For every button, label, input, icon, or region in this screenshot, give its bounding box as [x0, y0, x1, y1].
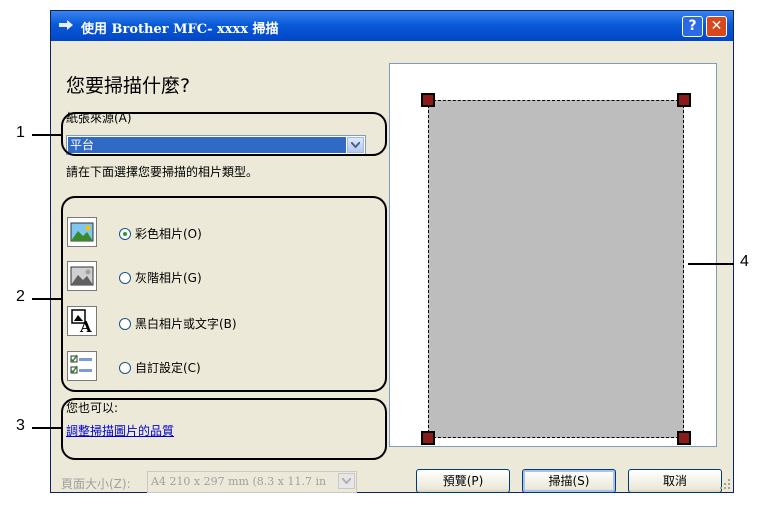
callout-leader-4	[688, 263, 734, 265]
window-title: 使用 Brother MFC- xxxx 掃描	[81, 22, 279, 37]
callout-box-2	[61, 196, 387, 392]
callout-leader-3	[32, 427, 62, 429]
resize-handle-top-left[interactable]	[421, 93, 435, 107]
page-size-label: 頁面大小(Z):	[61, 477, 131, 491]
resize-handle-bottom-right[interactable]	[677, 431, 691, 445]
cancel-button[interactable]: 取消	[628, 469, 722, 493]
callout-leader-2	[32, 298, 62, 300]
page-size-value: A4 210 x 297 mm (8.3 x 11.7 in	[151, 475, 327, 488]
callout-box-1	[61, 112, 387, 156]
instruction-text: 請在下面選擇您要掃描的相片類型。	[66, 165, 259, 179]
resize-grip-icon[interactable]	[719, 478, 731, 490]
scanner-arrow-icon	[59, 20, 73, 30]
resize-handle-bottom-left[interactable]	[421, 431, 435, 445]
preview-area[interactable]	[389, 63, 717, 447]
preview-button[interactable]: 預覽(P)	[416, 469, 510, 493]
callout-number-4: 4	[740, 253, 749, 270]
page-size-select: A4 210 x 297 mm (8.3 x 11.7 in	[147, 471, 357, 493]
scan-selection-frame[interactable]	[428, 100, 684, 438]
help-button[interactable]: ?	[682, 16, 703, 37]
callout-box-3	[61, 398, 387, 460]
callout-number-1: 1	[16, 124, 25, 141]
scan-button[interactable]: 掃描(S)	[522, 469, 616, 493]
close-button[interactable]: ✕	[706, 16, 727, 37]
resize-handle-top-right[interactable]	[677, 93, 691, 107]
callout-number-3: 3	[16, 417, 25, 434]
callout-leader-1	[32, 134, 62, 136]
chevron-down-icon	[338, 473, 355, 489]
callout-number-2: 2	[16, 288, 25, 305]
title-bar: 使用 Brother MFC- xxxx 掃描 ? ✕	[51, 11, 733, 41]
page-title: 您要掃描什麼?	[66, 75, 191, 97]
